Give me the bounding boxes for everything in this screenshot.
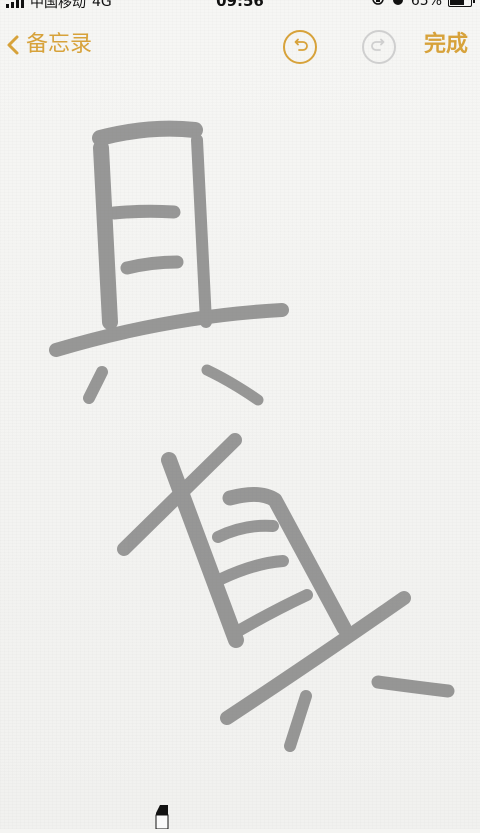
drawing-canvas[interactable] bbox=[0, 90, 480, 810]
status-bar: 中国移动 4G 09:56 65% bbox=[0, 0, 480, 12]
drawing-toolbar: 备忘录 完成 bbox=[0, 28, 480, 64]
back-button-label: 备忘录 bbox=[26, 32, 93, 57]
pen-tool-icon[interactable] bbox=[152, 803, 172, 830]
back-button[interactable]: 备忘录 bbox=[4, 28, 92, 62]
status-right: 65% bbox=[371, 0, 475, 10]
handwriting-strokes bbox=[49, 120, 455, 752]
undo-icon bbox=[291, 36, 309, 58]
done-button[interactable]: 完成 bbox=[424, 28, 468, 62]
lock-rotation-icon bbox=[371, 0, 385, 10]
chevron-left-icon bbox=[4, 33, 22, 57]
redo-icon bbox=[370, 36, 388, 58]
undo-button[interactable] bbox=[283, 30, 317, 64]
battery-icon bbox=[448, 0, 475, 7]
alarm-icon bbox=[391, 0, 405, 10]
redo-button[interactable] bbox=[362, 30, 396, 64]
battery-percent: 65% bbox=[410, 0, 442, 9]
